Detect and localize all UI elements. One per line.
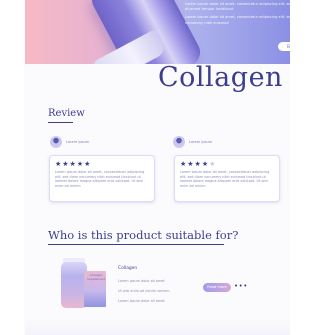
review-underline — [48, 122, 73, 123]
rating-stars: ★★★★★ — [55, 160, 91, 168]
star-icon: ★★★★★ — [55, 160, 92, 168]
avatar — [50, 136, 62, 148]
review-card: ★★★★★ Lorem ipsum dolor sit amet, consec… — [174, 155, 280, 202]
review-text: Lorem ipsum dolor sit amet, consectetuer… — [180, 170, 270, 188]
hero-text: Lorem ipsum dolor sit amet, consectetur … — [185, 2, 290, 29]
reviewer-name: Lorem ipsum — [189, 140, 213, 144]
more-icon[interactable]: ••• — [234, 282, 248, 290]
feature-bullet: Lorem ipsum dolor sit amet — [118, 299, 165, 303]
brand-title: Collagen — [158, 62, 283, 93]
review-text: Lorem ipsum dolor sit amet, consectetuer… — [55, 170, 145, 188]
feature-bullet: Ut wisi enim ad minim veniam — [118, 289, 170, 293]
footer-fade — [25, 318, 290, 335]
avatar — [173, 136, 185, 148]
review-heading: Review — [48, 108, 85, 119]
reviewer-name: Lorem ipsum — [66, 140, 90, 144]
box-label: Collagen Supplement — [87, 273, 106, 281]
review-card: ★★★★★ Lorem ipsum dolor sit amet, consec… — [49, 155, 155, 202]
suitable-underline — [48, 244, 224, 245]
hero-paragraph: Lorem ipsum dolor sit amet, consectetur … — [185, 2, 290, 12]
product-name: Collagen — [118, 266, 138, 271]
suitable-heading: Who is this product suitable for? — [48, 228, 239, 242]
hero-paragraph: Lorem ipsum dolor sit amet, consectetur … — [185, 15, 290, 25]
page: Lorem ipsum dolor sit amet, consectetur … — [0, 0, 292, 335]
star-icon: ★★★★ — [180, 160, 210, 168]
hero-banner: Lorem ipsum dolor sit amet, consectetur … — [25, 0, 290, 64]
star-empty-icon: ★ — [209, 160, 217, 168]
read-more-button[interactable]: Read more — [203, 283, 231, 292]
feature-bullet: Lorem ipsum dolor sit amet — [118, 279, 165, 283]
rating-stars: ★★★★★ — [180, 160, 216, 168]
buy-button[interactable]: Buy — [278, 42, 290, 51]
